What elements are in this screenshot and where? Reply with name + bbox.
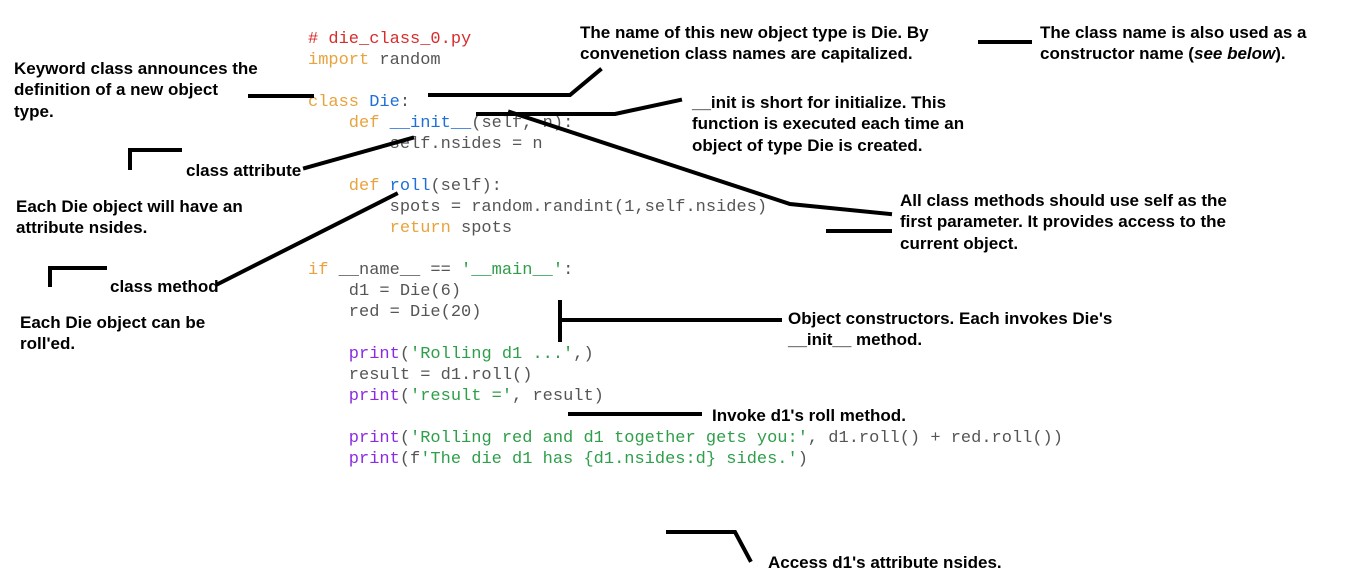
annotation-text: __init is short for initialize. This	[692, 92, 964, 113]
annotation-text: Each Die object can be	[20, 312, 205, 333]
code-classname: Die	[359, 93, 400, 112]
code-text: , d1.roll() + red.roll())	[808, 429, 1063, 448]
code-string: 'Rolling red and d1 together gets you:'	[410, 429, 808, 448]
code-text: ,)	[573, 345, 593, 364]
code-text: random	[369, 51, 440, 70]
annotation-constructors: Object constructors. Each invokes Die's …	[788, 308, 1112, 351]
code-func-print: print	[308, 387, 400, 406]
code-string: 'Rolling d1 ...'	[410, 345, 573, 364]
code-keyword-def: def	[308, 114, 379, 133]
code-keyword-class: class	[308, 93, 359, 112]
annotation-init: __init is short for initialize. This fun…	[692, 92, 964, 156]
annotation-rolled: Each Die object can be roll'ed.	[20, 312, 205, 355]
code-text: result = d1.roll()	[308, 366, 532, 385]
code-text: :	[563, 261, 573, 280]
code-text: (self, n):	[471, 114, 573, 133]
code-text: self.nsides = n	[308, 135, 543, 154]
code-text: spots = random.randint(1,self.nsides)	[308, 198, 767, 217]
code-func-print: print	[308, 450, 400, 469]
code-comment: # die_class_0.py	[308, 30, 471, 49]
code-text: (	[400, 429, 410, 448]
code-funcname: roll	[379, 177, 430, 196]
annotation-text: first parameter. It provides access to t…	[900, 211, 1227, 232]
annotation-class-attribute: class attribute	[186, 160, 301, 181]
annotation-text: attribute nsides.	[16, 217, 243, 238]
code-text: :	[400, 93, 410, 112]
code-keyword-if: if	[308, 261, 328, 280]
annotation-text: constructor name (see below).	[1040, 43, 1306, 64]
annotation-text: Each Die object will have an	[16, 196, 243, 217]
annotation-class-keyword: Keyword class announces the definition o…	[14, 58, 258, 122]
code-string: 'result ='	[410, 387, 512, 406]
code-text: (f	[400, 450, 420, 469]
code-funcname: __init__	[379, 114, 471, 133]
annotation-text: Keyword class announces the	[14, 58, 258, 79]
code-text: d1 = Die(6)	[308, 282, 461, 301]
annotation-nsides: Each Die object will have an attribute n…	[16, 196, 243, 239]
annotation-text: convenetion class names are capitalized.	[580, 43, 929, 64]
annotation-text: object of type Die is created.	[692, 135, 964, 156]
code-text: red = Die(20)	[308, 303, 481, 322]
annotation-constructor-name: The class name is also used as a constru…	[1040, 22, 1306, 65]
annotation-text: type.	[14, 101, 258, 122]
code-text: (	[400, 345, 410, 364]
code-text: __name__ ==	[328, 261, 461, 280]
code-keyword-return: return	[308, 219, 451, 238]
annotation-text: Object constructors. Each invokes Die's	[788, 308, 1112, 329]
code-func-print: print	[308, 429, 400, 448]
annotation-access-attribute: Access d1's attribute nsides.	[768, 552, 1002, 573]
annotation-text: function is executed each time an	[692, 113, 964, 134]
annotation-self: All class methods should use self as the…	[900, 190, 1227, 254]
annotation-text: __init__ method.	[788, 329, 1112, 350]
annotation-text: The class name is also used as a	[1040, 22, 1306, 43]
annotation-text: roll'ed.	[20, 333, 205, 354]
code-text: spots	[451, 219, 512, 238]
code-keyword-import: import	[308, 51, 369, 70]
code-keyword-def: def	[308, 177, 379, 196]
annotation-text: The name of this new object type is Die.…	[580, 22, 929, 43]
annotation-text: All class methods should use self as the	[900, 190, 1227, 211]
annotation-text: current object.	[900, 233, 1227, 254]
code-func-print: print	[308, 345, 400, 364]
code-text: (self):	[430, 177, 501, 196]
annotation-text: definition of a new object	[14, 79, 258, 100]
code-string: 'The die d1 has {d1.nsides:d} sides.'	[420, 450, 797, 469]
annotation-class-name: The name of this new object type is Die.…	[580, 22, 929, 65]
code-text: (	[400, 387, 410, 406]
annotation-invoke-roll: Invoke d1's roll method.	[712, 405, 906, 426]
annotation-class-method: class method	[110, 276, 219, 297]
code-string: '__main__'	[461, 261, 563, 280]
code-text: )	[798, 450, 808, 469]
code-text: , result)	[512, 387, 604, 406]
